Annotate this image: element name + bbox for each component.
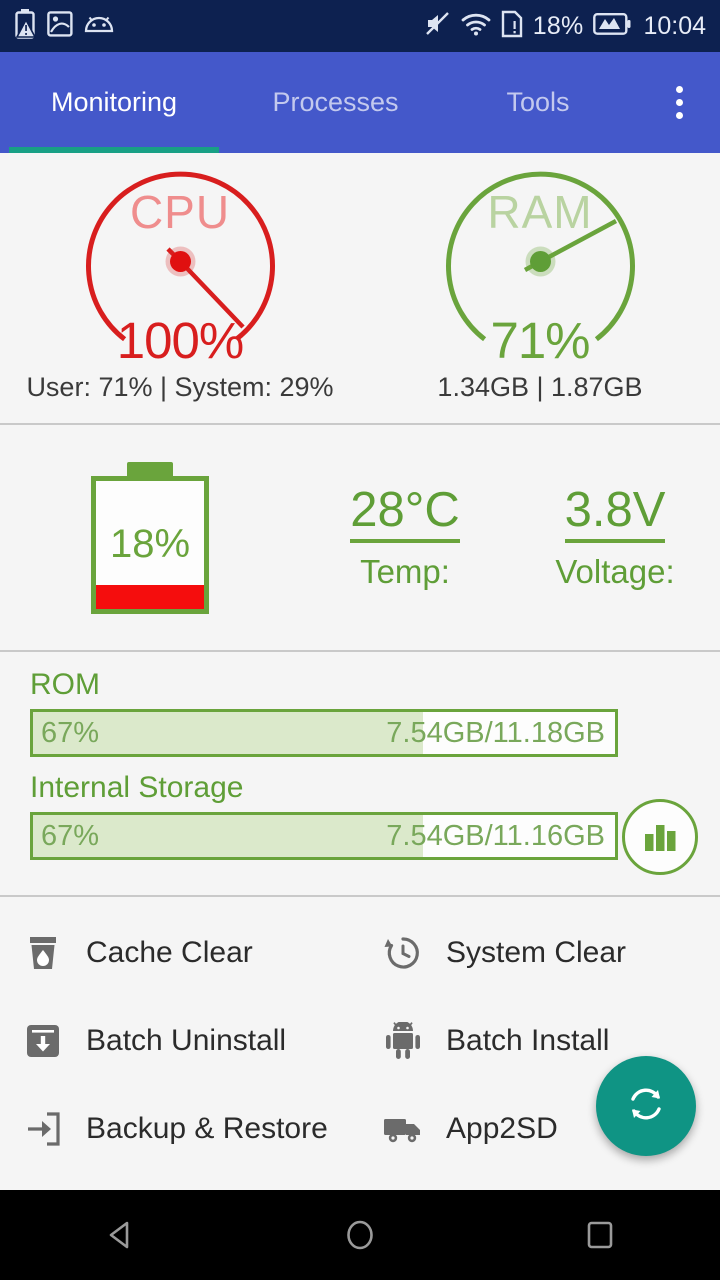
- tab-monitoring-label: Monitoring: [50, 87, 178, 117]
- rom-size: 7.54GB/11.18GB: [386, 716, 605, 749]
- tool-batch-install-label: Batch Install: [446, 1024, 610, 1057]
- tab-active-indicator: [9, 147, 219, 153]
- battery-temperature: 28°C Temp:: [300, 484, 510, 591]
- storage-panel: ROM 67% 7.54GB/11.18GB Internal Storage …: [0, 652, 720, 895]
- cpu-gauge-dial: CPU 100%: [78, 159, 283, 369]
- overflow-menu-icon[interactable]: [648, 52, 710, 153]
- tool-system-clear-label: System Clear: [446, 936, 627, 969]
- tab-bar: Monitoring Processes Tools: [0, 52, 720, 153]
- battery-charging-icon: [593, 12, 631, 41]
- status-bar-left-icons: [14, 8, 114, 44]
- tool-system-clear[interactable]: System Clear: [360, 934, 720, 972]
- battery-cap-icon: [127, 461, 173, 476]
- battery-body-icon: 18%: [91, 475, 209, 614]
- history-clock-icon: [376, 934, 430, 972]
- tab-processes[interactable]: Processes: [228, 52, 443, 153]
- truck-icon: [376, 1114, 430, 1144]
- tab-processes-label: Processes: [272, 87, 399, 117]
- battery-panel: 18% 28°C Temp: 3.8V Voltage:: [0, 425, 720, 650]
- android-robot-icon: [376, 1022, 430, 1060]
- cpu-gauge-subtitle: User: 71% | System: 29%: [26, 372, 334, 402]
- internal-storage-percent: 67%: [41, 819, 100, 852]
- internal-storage-title: Internal Storage: [30, 771, 244, 804]
- tool-cache-clear[interactable]: Cache Clear: [0, 934, 360, 972]
- ram-gauge-subtitle: 1.34GB | 1.87GB: [437, 372, 643, 402]
- gauges-panel: CPU 100% User: 71% | System: 29% RAM 71%…: [0, 153, 720, 423]
- cpu-gauge[interactable]: CPU 100% User: 71% | System: 29%: [0, 153, 360, 423]
- battery-temperature-label: Temp:: [360, 552, 450, 590]
- mute-icon: [424, 10, 451, 42]
- status-bar-right-icons: 18% 10:04: [424, 10, 706, 43]
- ram-gauge-dial: RAM 71%: [438, 159, 643, 369]
- internal-storage-progress-bar[interactable]: 67% 7.54GB/11.16GB: [30, 812, 618, 860]
- cpu-gauge-percent: 100%: [116, 312, 244, 369]
- battery-temperature-value: 28°C: [350, 484, 460, 543]
- tab-tools[interactable]: Tools: [443, 52, 633, 153]
- tool-app2sd-label: App2SD: [446, 1112, 558, 1145]
- refresh-fab-button[interactable]: [596, 1056, 696, 1156]
- battery-voltage-label: Voltage:: [555, 552, 675, 590]
- battery-voltage: 3.8V Voltage:: [510, 484, 720, 591]
- tool-batch-uninstall[interactable]: Batch Uninstall: [0, 1023, 360, 1059]
- rom-title: ROM: [30, 668, 100, 701]
- ram-gauge[interactable]: RAM 71% 1.34GB | 1.87GB: [360, 153, 720, 423]
- tools-row: Cache Clear System Clear: [0, 909, 720, 997]
- tool-cache-clear-label: Cache Clear: [86, 936, 253, 969]
- tool-backup-restore-label: Backup & Restore: [86, 1112, 328, 1145]
- rom-percent: 67%: [41, 716, 100, 749]
- cache-cup-icon: [16, 934, 70, 972]
- screenshot-image-icon: [47, 10, 73, 42]
- status-bar: 18% 10:04: [0, 0, 720, 52]
- internal-storage-size: 7.54GB/11.16GB: [386, 819, 605, 852]
- ram-gauge-label: RAM: [487, 186, 593, 238]
- tool-backup-restore[interactable]: Backup & Restore: [0, 1111, 360, 1147]
- wifi-icon: [461, 12, 491, 41]
- triangle-back-icon[interactable]: [60, 1190, 180, 1280]
- tab-tools-label: Tools: [506, 87, 570, 117]
- tool-batch-uninstall-label: Batch Uninstall: [86, 1024, 287, 1057]
- download-box-icon: [16, 1023, 70, 1059]
- android-head-icon: [84, 14, 114, 39]
- circle-home-icon[interactable]: [300, 1190, 420, 1280]
- bar-chart-icon[interactable]: [622, 799, 698, 875]
- battery-percent-label: 18%: [109, 522, 191, 566]
- cpu-gauge-label: CPU: [129, 186, 231, 238]
- android-nav-bar: [0, 1190, 720, 1280]
- battery-warning-icon: [14, 8, 37, 44]
- rom-progress-bar[interactable]: 67% 7.54GB/11.18GB: [30, 709, 618, 757]
- status-clock: 10:04: [643, 11, 706, 40]
- arrow-into-box-icon: [16, 1111, 70, 1147]
- status-battery-percent: 18%: [532, 11, 584, 40]
- battery-fill-level: [96, 585, 204, 609]
- tab-monitoring[interactable]: Monitoring: [0, 52, 228, 153]
- battery-indicator[interactable]: 18%: [0, 461, 300, 614]
- sim-alert-icon: [501, 10, 523, 43]
- square-recents-icon[interactable]: [540, 1190, 660, 1280]
- refresh-icon: [623, 1081, 669, 1132]
- ram-gauge-percent: 71%: [490, 312, 590, 369]
- battery-voltage-value: 3.8V: [564, 484, 666, 543]
- tool-batch-install[interactable]: Batch Install: [360, 1022, 720, 1060]
